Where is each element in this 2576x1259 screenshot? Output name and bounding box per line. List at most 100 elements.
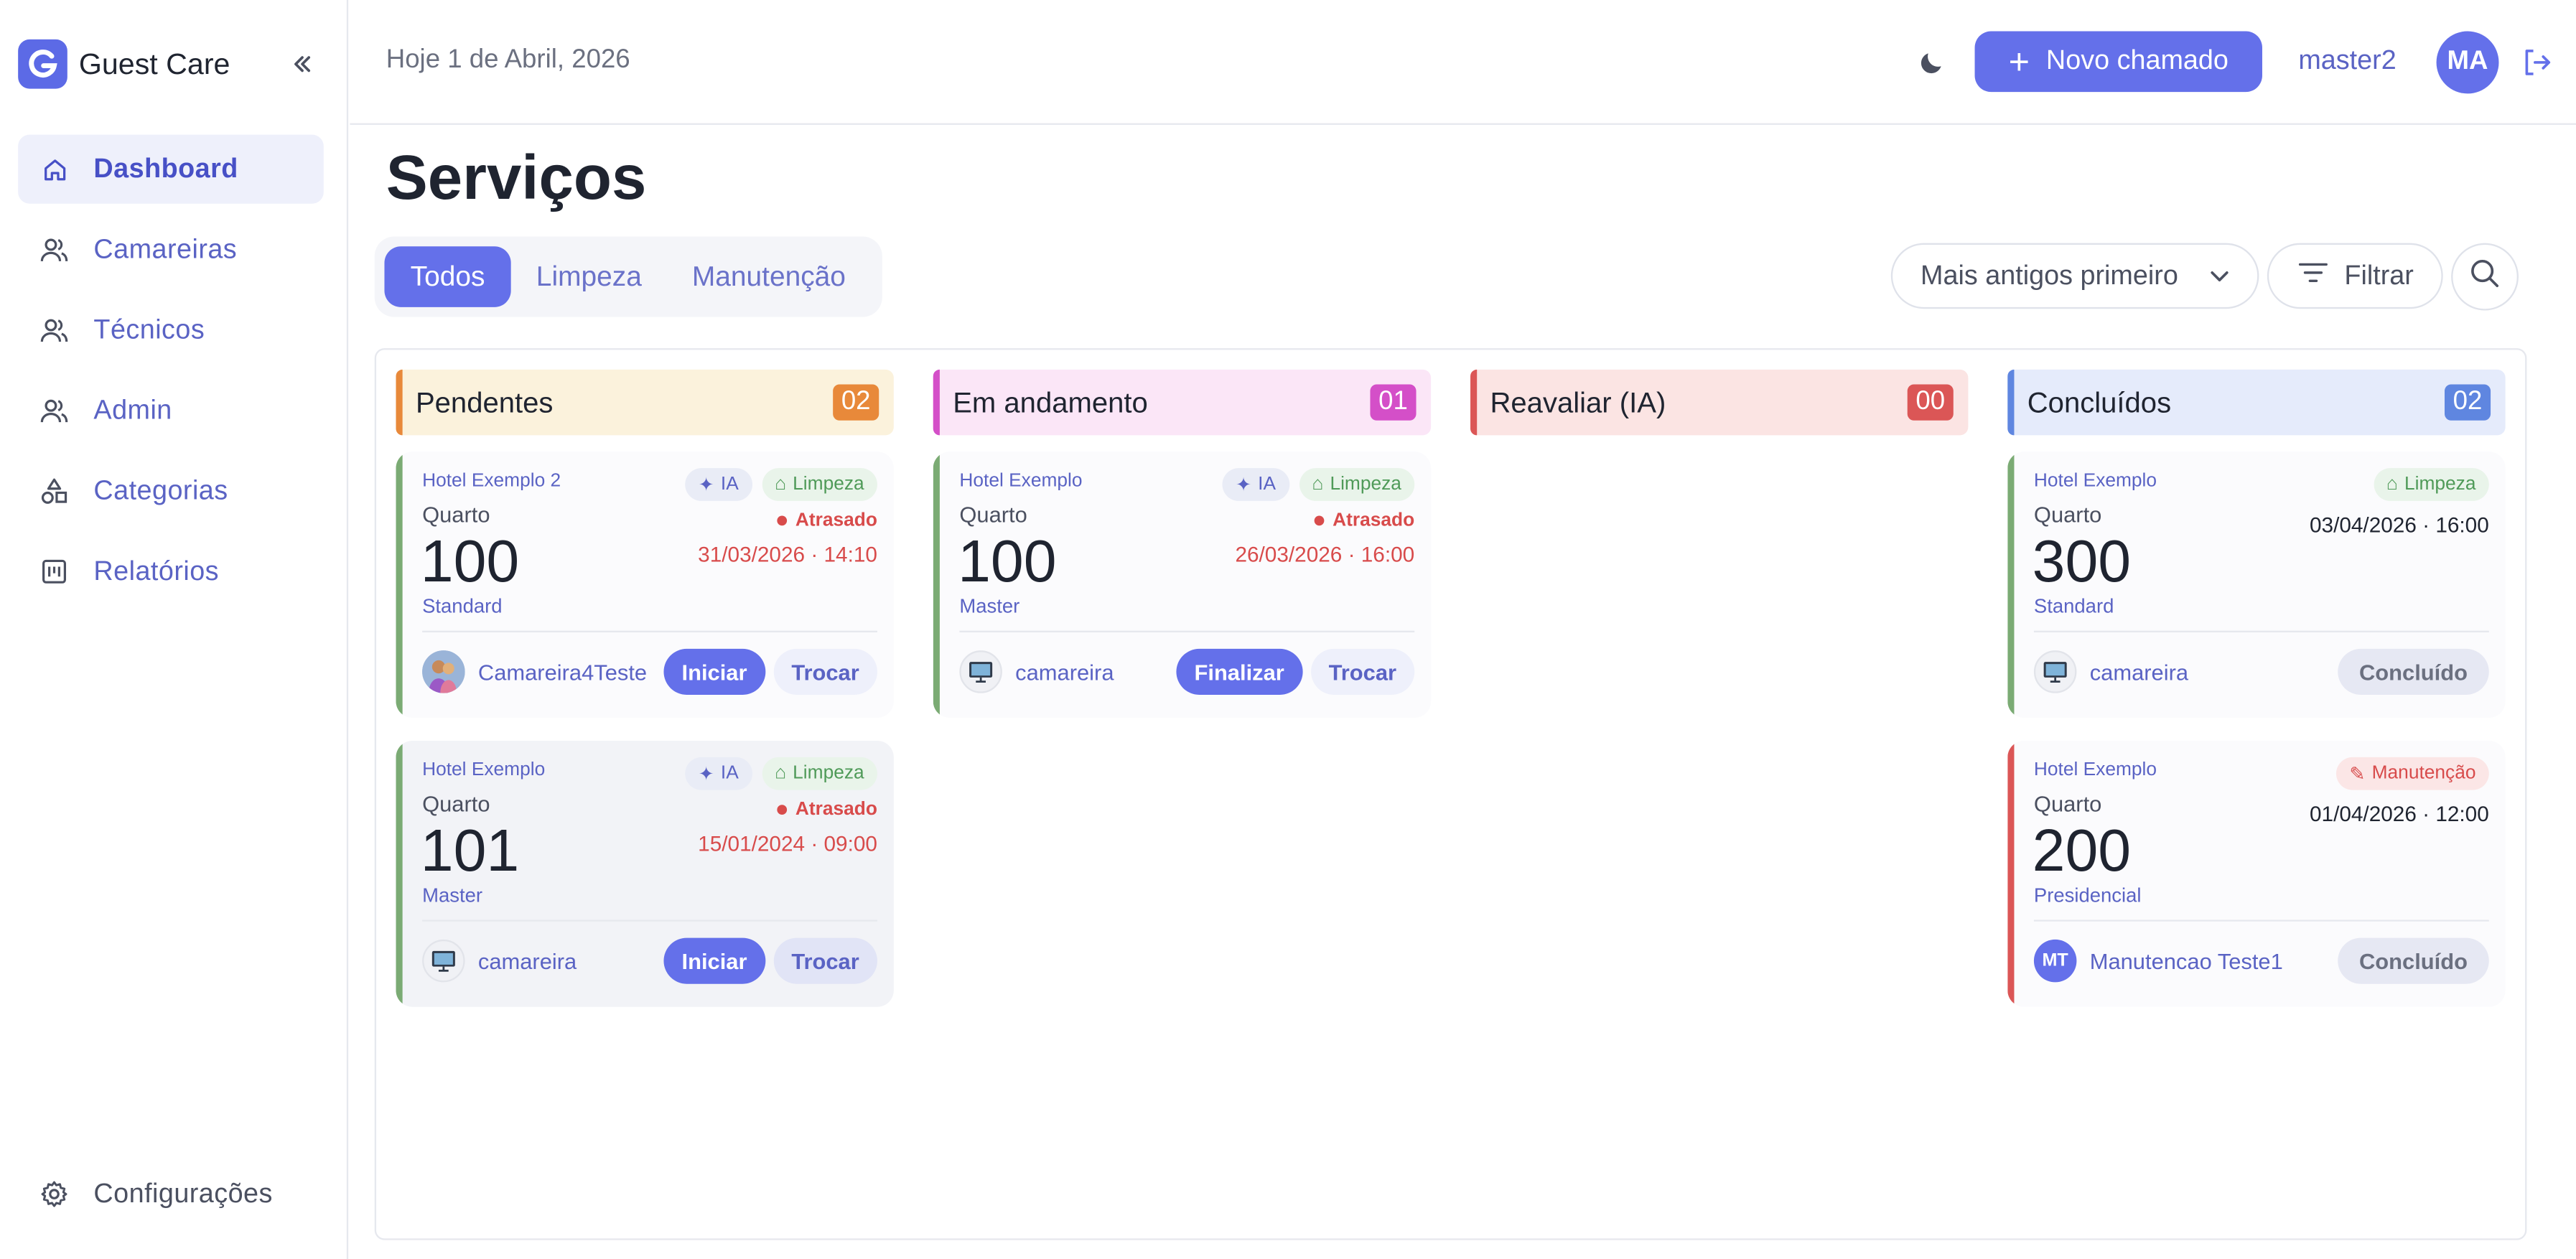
ia-tag: ✦ IA — [685, 757, 752, 790]
chevron-down-icon — [2208, 264, 2231, 295]
column-count-badge: 02 — [2444, 384, 2491, 421]
guest-care-logo-icon — [18, 39, 67, 89]
tab-todos[interactable]: Todos — [384, 246, 511, 307]
tab-manutencao[interactable]: Manutenção — [671, 246, 868, 307]
assignee-name: camareira — [2089, 659, 2189, 685]
column-title: Concluídos — [2027, 385, 2172, 418]
sparkle-icon: ✦ — [698, 476, 714, 497]
broom-icon: ⌂ — [2386, 474, 2398, 495]
users-icon — [39, 396, 69, 425]
filter-button[interactable]: Filtrar — [2267, 243, 2443, 309]
sidebar-item-tecnicos[interactable]: Técnicos — [18, 296, 324, 365]
hotel-name: Hotel Exemplo 2 — [422, 471, 561, 492]
page-title: Serviços — [386, 144, 647, 214]
limpeza-tag: ⌂ Limpeza — [1299, 468, 1415, 501]
logout-icon[interactable] — [2519, 45, 2554, 80]
assignee-name: Camareira4Teste — [477, 659, 648, 685]
room-label: Quarto — [959, 502, 1027, 528]
status-dot-icon — [1314, 515, 1325, 526]
today-date: Hoje 1 de Abril, 2026 — [386, 46, 630, 74]
user-avatar[interactable]: MA — [2436, 31, 2499, 94]
status-dot-icon — [777, 515, 788, 526]
divider — [2033, 919, 2489, 922]
sidebar-item-camareiras[interactable]: Camareiras — [18, 215, 324, 284]
status-badge: Atrasado — [777, 800, 877, 820]
divider — [2033, 630, 2489, 632]
column-header-em-andamento: Em andamento 01 — [933, 369, 1432, 436]
sidebar-item-label: Dashboard — [93, 153, 238, 184]
service-card[interactable]: Hotel Exemplo 2 ✦ IA ⌂ Limpeza Quarto 100 … — [396, 451, 894, 718]
gear-icon — [39, 1179, 69, 1209]
new-ticket-label: Novo chamado — [2045, 46, 2229, 76]
start-button[interactable]: Iniciar — [663, 937, 765, 984]
service-card[interactable]: Hotel Exemplo ⌂ Limpeza Quarto 300 Standa… — [2007, 451, 2506, 718]
swap-button[interactable]: Trocar — [1310, 648, 1415, 695]
tv-avatar-icon — [422, 939, 465, 983]
ia-tag: ✦ IA — [1222, 468, 1289, 501]
room-type: Standard — [422, 594, 503, 618]
sidebar-item-categorias[interactable]: Categorias — [18, 457, 324, 525]
sparkle-icon: ✦ — [1235, 476, 1252, 497]
room-label: Quarto — [2033, 791, 2102, 817]
service-card[interactable]: Hotel Exemplo ✦ IA ⌂ Limpeza Quarto 100 Ma… — [933, 451, 1432, 718]
room-label: Quarto — [2033, 502, 2102, 528]
sidebar-item-admin[interactable]: Admin — [18, 376, 324, 445]
swap-button[interactable]: Trocar — [773, 648, 877, 695]
column-title: Reavaliar (IA) — [1490, 385, 1666, 418]
column-header-pendentes: Pendentes 02 — [396, 369, 894, 436]
room-number: 100 — [420, 527, 520, 595]
sidebar-item-configuracoes[interactable]: Configurações — [18, 1160, 324, 1229]
completed-button[interactable]: Concluído — [2338, 648, 2489, 695]
service-card[interactable]: Hotel Exemplo ✦ IA ⌂ Limpeza Quarto 101 Ma… — [396, 741, 894, 1007]
completed-button[interactable]: Concluído — [2338, 937, 2489, 984]
new-ticket-button[interactable]: + Novo chamado — [1974, 31, 2262, 93]
broom-icon: ⌂ — [1312, 474, 1324, 495]
broom-icon: ⌂ — [775, 764, 787, 784]
assignee: camareira — [422, 939, 577, 983]
service-card[interactable]: Hotel Exemplo ✎ Manutenção Quarto 200 Pre… — [2007, 741, 2506, 1007]
sidebar-item-relatorios[interactable]: Relatórios — [18, 537, 324, 606]
app-name: Guest Care — [78, 47, 230, 80]
filter-icon — [2298, 261, 2328, 291]
brand[interactable]: Guest Care — [18, 39, 230, 89]
sidebar-item-label: Admin — [93, 395, 172, 425]
assignee-name: camareira — [477, 948, 577, 973]
tv-avatar-icon — [959, 650, 1002, 693]
username-link[interactable]: master2 — [2298, 46, 2396, 77]
sidebar-item-label: Camareiras — [93, 234, 238, 264]
swap-button[interactable]: Trocar — [773, 937, 877, 984]
search-button[interactable] — [2451, 243, 2519, 311]
room-label: Quarto — [422, 502, 490, 528]
finish-button[interactable]: Finalizar — [1176, 648, 1302, 695]
report-icon — [39, 557, 69, 586]
limpeza-tag: ⌂ Limpeza — [761, 468, 877, 501]
sort-select[interactable]: Mais antigos primeiro — [1890, 243, 2259, 309]
collapse-sidebar-icon[interactable] — [283, 46, 322, 82]
start-button[interactable]: Iniciar — [663, 648, 765, 695]
sidebar-item-label: Técnicos — [93, 314, 205, 345]
ia-tag: ✦ IA — [685, 468, 752, 501]
hotel-name: Hotel Exemplo — [2033, 760, 2157, 780]
moon-icon[interactable] — [1914, 45, 1950, 80]
due-datetime: 31/03/2026 · 14:10 — [698, 542, 877, 567]
due-datetime: 01/04/2026 · 12:00 — [2309, 801, 2489, 827]
column-count-badge: 00 — [1907, 384, 1954, 421]
limpeza-tag: ⌂ Limpeza — [2373, 468, 2489, 501]
manutencao-tag: ✎ Manutenção — [2336, 757, 2489, 790]
divider — [422, 919, 877, 922]
hotel-name: Hotel Exemplo — [959, 471, 1083, 492]
top-header: Hoje 1 de Abril, 2026 + Novo chamado mas… — [350, 0, 2576, 125]
sidebar-nav: Dashboard Camareiras Técnicos Admin Cate… — [18, 134, 324, 618]
tab-limpeza[interactable]: Limpeza — [519, 246, 659, 307]
column-header-reavaliar: Reavaliar (IA) 00 — [1470, 369, 1969, 436]
users-icon — [39, 315, 69, 345]
shapes-icon — [39, 477, 69, 506]
column-title: Pendentes — [415, 385, 554, 418]
sidebar-item-dashboard[interactable]: Dashboard — [18, 134, 324, 204]
column-count-badge: 01 — [1370, 384, 1417, 421]
column-title: Em andamento — [953, 385, 1148, 418]
sidebar-item-label: Relatórios — [93, 556, 220, 586]
limpeza-tag: ⌂ Limpeza — [761, 757, 877, 790]
tv-avatar-icon — [2033, 650, 2077, 693]
status-dot-icon — [777, 805, 788, 815]
